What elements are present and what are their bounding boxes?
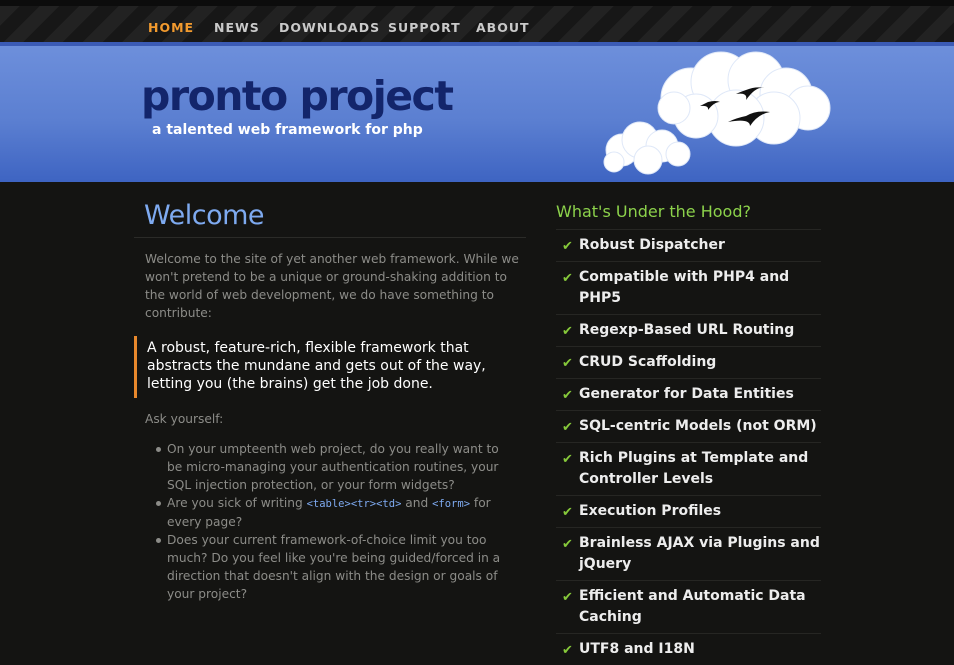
check-icon: ✔	[562, 537, 573, 552]
check-icon: ✔	[562, 420, 573, 435]
check-icon: ✔	[562, 452, 573, 467]
heading-divider	[134, 237, 526, 238]
feature-item: ✔ Execution Profiles	[556, 495, 821, 527]
feature-item: ✔ Generator for Data Entities	[556, 378, 821, 410]
question-list: On your umpteenth web project, do you re…	[134, 440, 512, 603]
ask-yourself-text: Ask yourself:	[145, 412, 224, 426]
callout-quote: A robust, feature-rich, flexible framewo…	[134, 336, 527, 398]
clouds-illustration	[603, 51, 831, 175]
nav-home-link[interactable]: HOME	[148, 20, 194, 35]
feature-item: ✔ Robust Dispatcher	[556, 229, 821, 261]
feature-item: ✔ Efficient and Automatic Data Caching	[556, 580, 821, 633]
intro-paragraph: Welcome to the site of yet another web f…	[145, 252, 519, 320]
code-snippet-form: <form>	[432, 498, 471, 510]
feature-item: ✔ Regexp-Based URL Routing	[556, 314, 821, 346]
feature-item: ✔ Rich Plugins at Template and Controller…	[556, 442, 821, 495]
check-icon: ✔	[562, 643, 573, 658]
main-content: Welcome Welcome to the site of yet anoth…	[134, 182, 526, 603]
feature-item: ✔ CRUD Scaffolding	[556, 346, 821, 378]
code-snippet-table: <table><tr><td>	[306, 498, 402, 510]
nav-downloads-link[interactable]: DOWNLOADS	[279, 20, 380, 35]
sidebar-heading: What's Under the Hood?	[556, 202, 751, 221]
list-item: Are you sick of writing <table><tr><td> …	[156, 494, 512, 531]
check-icon: ✔	[562, 356, 573, 371]
check-icon: ✔	[562, 271, 573, 286]
top-navigation: HOME NEWS DOWNLOADS SUPPORT ABOUT	[0, 0, 954, 46]
check-icon: ✔	[562, 590, 573, 605]
welcome-heading: Welcome	[144, 200, 265, 231]
header-banner: pronto project a talented web framework …	[0, 46, 954, 182]
list-item: On your umpteenth web project, do you re…	[156, 440, 512, 494]
feature-item: ✔ SQL-centric Models (not ORM)	[556, 410, 821, 442]
site-title[interactable]: pronto project	[141, 76, 454, 117]
nav-about-link[interactable]: ABOUT	[476, 20, 530, 35]
nav-support-link[interactable]: SUPPORT	[388, 20, 461, 35]
check-icon: ✔	[562, 239, 573, 254]
feature-item: ✔ UTF8 and I18N	[556, 633, 821, 665]
feature-item: ✔ Brainless AJAX via Plugins and jQuery	[556, 527, 821, 580]
list-item: Does your current framework-of-choice li…	[156, 531, 512, 603]
check-icon: ✔	[562, 388, 573, 403]
check-icon: ✔	[562, 505, 573, 520]
sidebar: What's Under the Hood? ✔ Robust Dispatche…	[556, 182, 821, 665]
nav-news-link[interactable]: NEWS	[214, 20, 260, 35]
check-icon: ✔	[562, 324, 573, 339]
feature-item: ✔ Compatible with PHP4 and PHP5	[556, 261, 821, 314]
site-tagline: a talented web framework for php	[152, 122, 423, 138]
